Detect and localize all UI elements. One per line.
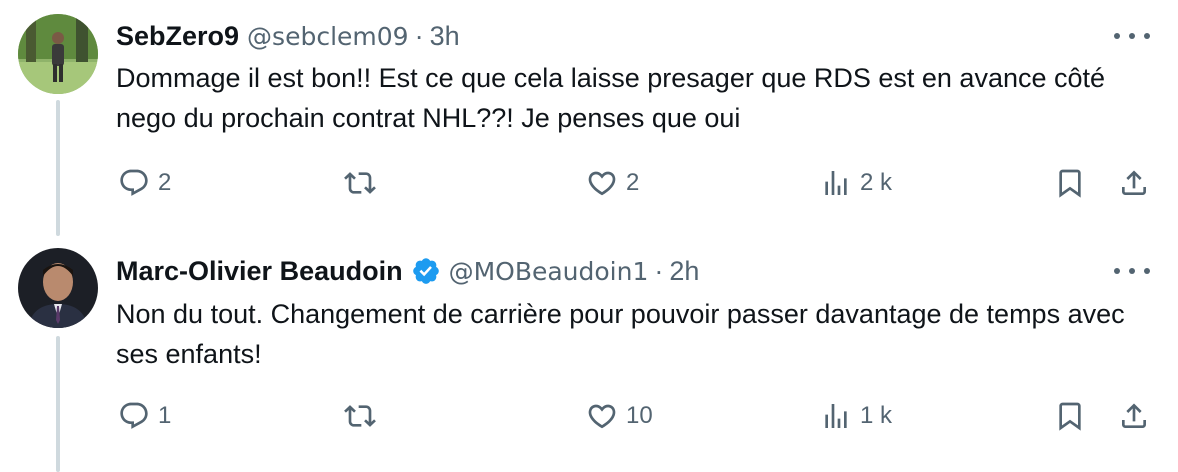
thread-line: [56, 100, 60, 236]
tweet-header: Marc-Olivier Beaudoin @MOBeaudoin1 · 2h: [116, 251, 699, 291]
tweet-1[interactable]: SebZero9 @sebclem09 · 3h Dommage il est …: [0, 0, 1178, 236]
share-icon: [1122, 403, 1146, 428]
avatar[interactable]: [18, 14, 98, 94]
thread-line: [56, 336, 60, 472]
more-icon[interactable]: [1112, 261, 1152, 281]
reply-button[interactable]: 1: [118, 396, 171, 436]
handle[interactable]: @sebclem09: [247, 22, 409, 51]
like-count: 2: [626, 169, 640, 196]
repost-button[interactable]: [344, 163, 384, 203]
views-count: 2 k: [860, 169, 893, 196]
views-button[interactable]: 1 k: [820, 396, 892, 436]
handle[interactable]: @MOBeaudoin1: [449, 257, 649, 286]
tweet-text: Dommage il est bon!! Est ce que cela lai…: [116, 63, 1106, 133]
share-icon: [1122, 170, 1146, 195]
separator-dot: ·: [654, 255, 664, 286]
views-icon: [825, 171, 847, 195]
verified-badge-icon[interactable]: [411, 256, 441, 286]
reply-icon: [120, 402, 148, 429]
separator-dot: ·: [414, 20, 424, 51]
bookmark-icon: [1059, 169, 1081, 198]
like-icon: [588, 171, 616, 196]
timestamp[interactable]: 3h: [430, 21, 460, 52]
reply-count: 1: [158, 402, 172, 429]
tweet-text: Non du tout. Changement de carrière pour…: [116, 299, 1125, 369]
like-icon: [588, 404, 616, 429]
bookmark-button[interactable]: [1054, 396, 1086, 436]
views-icon: [825, 404, 847, 428]
like-count: 10: [626, 402, 653, 429]
display-name[interactable]: SebZero9: [116, 21, 239, 52]
like-button[interactable]: 10: [586, 396, 653, 436]
bookmark-icon: [1059, 402, 1081, 431]
tweet-2[interactable]: Marc-Olivier Beaudoin @MOBeaudoin1 · 2h …: [0, 232, 1178, 472]
repost-button[interactable]: [344, 396, 384, 436]
reply-count: 2: [158, 169, 172, 196]
like-button[interactable]: 2: [586, 163, 639, 203]
views-count: 1 k: [860, 402, 893, 429]
action-bar: 2 2 2 k: [116, 163, 1178, 203]
action-bar: 1 10 1 k: [116, 396, 1178, 436]
more-icon[interactable]: [1112, 26, 1152, 46]
repost-icon: [344, 405, 376, 427]
reply-icon: [120, 169, 148, 196]
timestamp[interactable]: 2h: [669, 256, 699, 287]
bookmark-button[interactable]: [1054, 163, 1086, 203]
repost-icon: [344, 172, 376, 194]
avatar[interactable]: [18, 248, 98, 328]
reply-button[interactable]: 2: [118, 163, 171, 203]
tweet-header: SebZero9 @sebclem09 · 3h: [116, 16, 460, 56]
views-button[interactable]: 2 k: [820, 163, 892, 203]
share-button[interactable]: [1118, 163, 1150, 203]
share-button[interactable]: [1118, 396, 1150, 436]
display-name[interactable]: Marc-Olivier Beaudoin: [116, 256, 403, 287]
